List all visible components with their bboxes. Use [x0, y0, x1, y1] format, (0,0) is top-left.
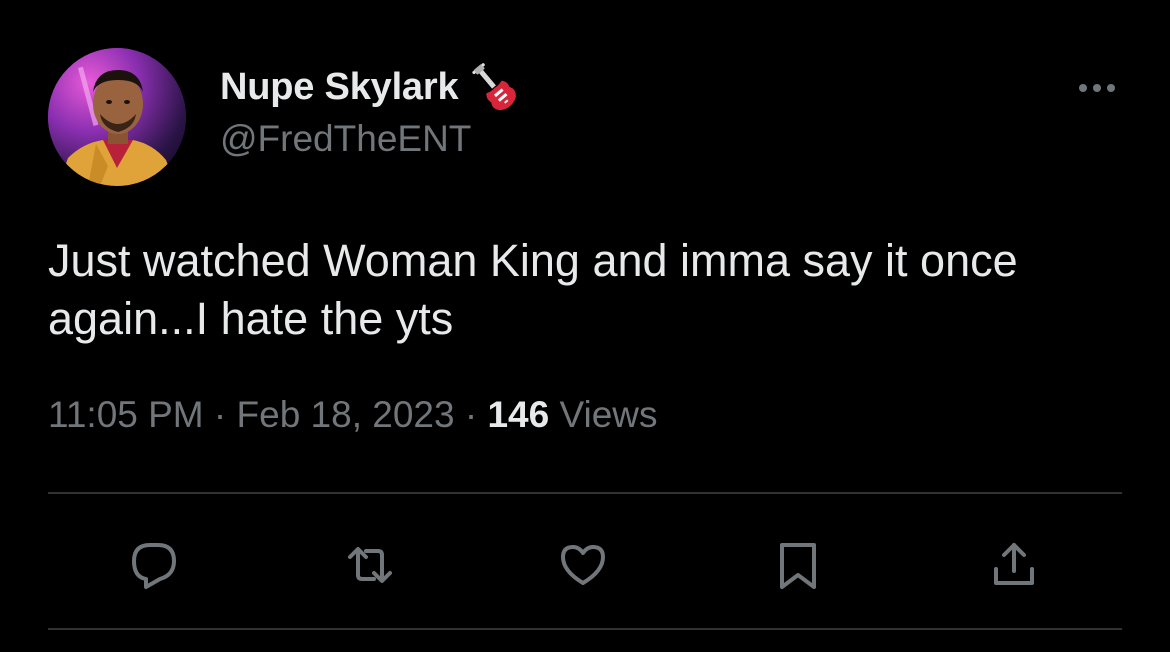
avatar[interactable] — [48, 48, 186, 186]
share-icon — [994, 543, 1034, 585]
reply-button[interactable] — [119, 530, 189, 600]
bookmark-icon — [780, 543, 816, 589]
tweet-text: Just watched Woman King and imma say it … — [48, 235, 1018, 344]
like-icon — [561, 545, 605, 585]
tweet-detail: Nupe Skylark @FredTheENT Just watched Wo… — [0, 0, 1170, 652]
meta-separator: · — [213, 394, 227, 435]
guitar-icon — [468, 61, 520, 113]
display-name[interactable]: Nupe Skylark — [220, 66, 459, 109]
more-dot — [1093, 84, 1101, 92]
action-bar — [0, 530, 1170, 600]
like-button[interactable] — [548, 530, 618, 600]
more-dot — [1107, 84, 1115, 92]
more-dot — [1079, 84, 1087, 92]
tweet-date[interactable]: Feb 18, 2023 — [237, 394, 455, 435]
share-button[interactable] — [979, 530, 1049, 600]
reply-icon — [132, 543, 176, 589]
retweet-button[interactable] — [335, 530, 405, 600]
views-label[interactable]: Views — [559, 394, 657, 435]
tweet-time[interactable]: 11:05 PM — [48, 394, 204, 435]
views-count[interactable]: 146 — [487, 394, 549, 435]
author-name-row[interactable]: Nupe Skylark — [220, 62, 520, 112]
meta-separator: · — [464, 394, 478, 435]
divider — [48, 492, 1122, 494]
avatar-image — [48, 48, 186, 186]
author-handle[interactable]: @FredTheENT — [220, 118, 471, 160]
more-options-icon[interactable] — [1072, 70, 1122, 106]
retweet-icon — [348, 547, 392, 583]
tweet-meta: 11:05 PM · Feb 18, 2023 · 146 Views — [48, 394, 658, 436]
divider — [48, 628, 1122, 630]
bookmark-button[interactable] — [763, 530, 833, 600]
